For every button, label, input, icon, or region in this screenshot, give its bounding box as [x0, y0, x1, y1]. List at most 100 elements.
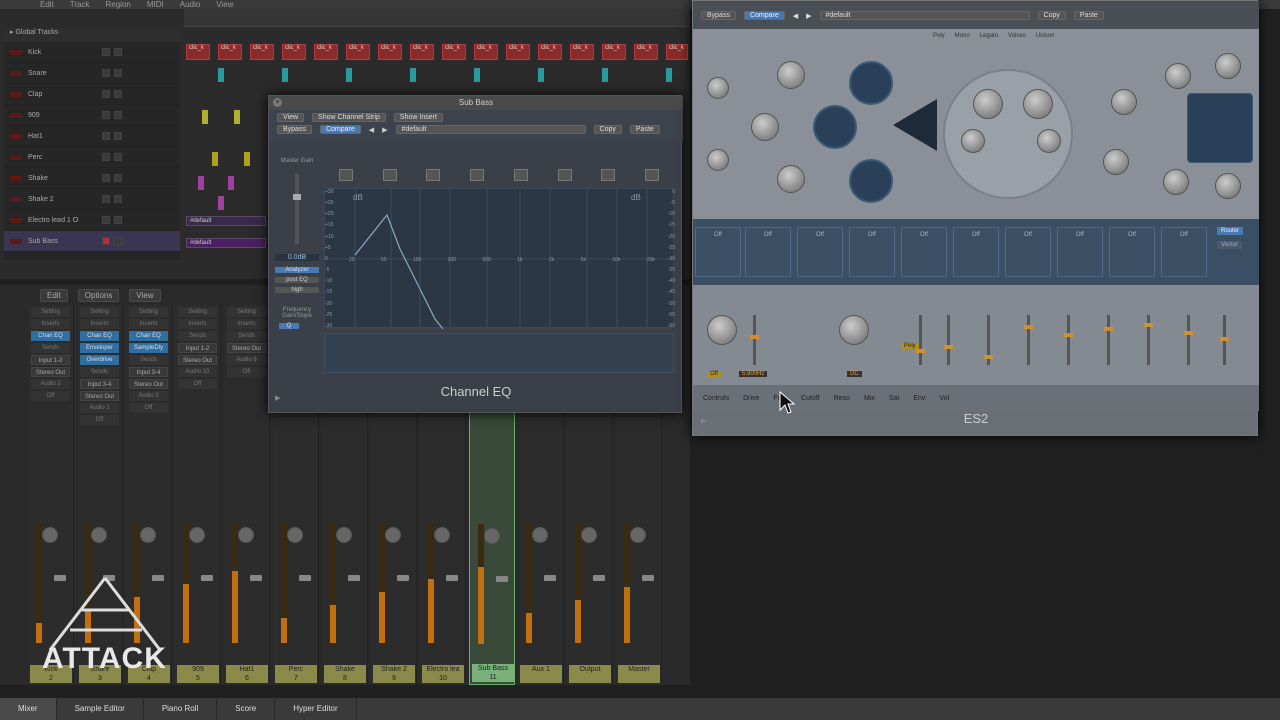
resolution-menu[interactable]: high: [275, 287, 319, 293]
track-row[interactable]: Electro lead 1 O: [4, 210, 180, 231]
poly-button[interactable]: Poly: [901, 343, 919, 349]
audio-region[interactable]: clic_k: [346, 44, 370, 60]
drive-control[interactable]: Drive: [743, 395, 759, 402]
record-button[interactable]: [102, 237, 110, 245]
mute-button[interactable]: [102, 90, 110, 98]
pan-knob[interactable]: [434, 527, 450, 543]
mix-control[interactable]: Mix: [864, 395, 875, 402]
output-slot[interactable]: Stereo Out: [178, 355, 217, 365]
volume-fader[interactable]: [201, 575, 213, 581]
setting-button[interactable]: Setting: [129, 307, 168, 317]
input-slot[interactable]: Input 3-4: [129, 367, 168, 377]
next-preset-icon[interactable]: ▶: [806, 12, 811, 20]
band-lowpass-button[interactable]: [645, 169, 660, 181]
region-block[interactable]: [282, 68, 288, 82]
track-row[interactable]: Perc: [4, 147, 180, 168]
automation-mode-button[interactable]: Off: [31, 391, 70, 401]
tab-piano-roll[interactable]: Piano Roll: [144, 698, 218, 720]
view-menu[interactable]: View: [277, 113, 305, 122]
audio-region[interactable]: clic_k: [570, 44, 594, 60]
tab-score[interactable]: Score: [217, 698, 276, 720]
automation-mode-button[interactable]: Off: [178, 379, 217, 389]
vol-control[interactable]: Vol: [939, 395, 949, 402]
cutoff1-knob[interactable]: [973, 89, 1003, 119]
setting-button[interactable]: Setting: [178, 307, 217, 317]
output-slot[interactable]: Stereo Out: [227, 343, 266, 353]
region-block[interactable]: [218, 68, 224, 82]
band-4-button[interactable]: [557, 169, 572, 181]
next-preset-icon[interactable]: ▶: [382, 126, 387, 134]
master-gain-slider[interactable]: [293, 174, 301, 244]
volume-fader[interactable]: [250, 575, 262, 581]
preset-menu[interactable]: #default: [395, 125, 586, 134]
triangle-mixer[interactable]: [893, 99, 937, 151]
reso1-knob[interactable]: [961, 129, 985, 153]
eq-window-title[interactable]: Sub Bass: [269, 96, 683, 110]
solo-button[interactable]: [114, 90, 122, 98]
band-1-button[interactable]: [426, 169, 441, 181]
pan-knob[interactable]: [484, 528, 500, 544]
router-slot[interactable]: Off: [1057, 227, 1103, 277]
menu-view[interactable]: View: [216, 0, 233, 9]
reso2-knob[interactable]: [1037, 129, 1061, 153]
menu-audio[interactable]: Audio: [180, 0, 200, 9]
mute-button[interactable]: [102, 195, 110, 203]
record-enable-icon[interactable]: [10, 70, 22, 76]
router-slot[interactable]: Off: [695, 227, 741, 277]
volume-fader[interactable]: [348, 575, 360, 581]
insert-slot[interactable]: Chan EQ: [129, 331, 168, 341]
channel-strip[interactable]: Setting Inserts Sends Input 1-2 Stereo Out Au…: [175, 305, 221, 685]
mode-unison[interactable]: Unison: [1036, 33, 1055, 39]
osc3-knob[interactable]: [777, 165, 805, 193]
router-slot[interactable]: Off: [1109, 227, 1155, 277]
pan-knob[interactable]: [189, 527, 205, 543]
mode-mono[interactable]: Mono: [955, 33, 970, 39]
analyzer-button[interactable]: Analyzer: [275, 267, 319, 273]
channel-strip[interactable]: Setting Inserts Sends Stereo Out Audio 6 Off H…: [224, 305, 270, 685]
eq-parameter-row[interactable]: [324, 333, 674, 373]
channel-name-label[interactable]: Shake 2 9: [373, 665, 415, 683]
channel-name-label[interactable]: Sub Bass 11: [472, 664, 514, 682]
router-button[interactable]: Router: [1217, 227, 1244, 235]
midi-region-subbass[interactable]: #default: [186, 238, 266, 248]
mode-legato[interactable]: Legato: [980, 33, 998, 39]
mute-button[interactable]: [102, 48, 110, 56]
input-slot[interactable]: Input 1-2: [178, 343, 217, 353]
env-control[interactable]: Env: [913, 395, 925, 402]
sat-control[interactable]: Sat: [889, 395, 900, 402]
band-lowshelf-button[interactable]: [382, 169, 397, 181]
setting-button[interactable]: Setting: [80, 307, 119, 317]
output-slot[interactable]: Stereo Out: [80, 391, 119, 401]
record-enable-icon[interactable]: [10, 238, 22, 244]
es2-paste-button[interactable]: Paste: [1073, 11, 1104, 20]
solo-button[interactable]: [114, 69, 122, 77]
channel-name-label[interactable]: 909 5: [177, 665, 219, 683]
track-row[interactable]: Clap: [4, 84, 180, 105]
osc1-knob[interactable]: [777, 61, 805, 89]
region-block[interactable]: [228, 176, 234, 190]
router-slot[interactable]: Off: [901, 227, 947, 277]
menu-midi[interactable]: MIDI: [147, 0, 164, 9]
router-slot[interactable]: Off: [1005, 227, 1051, 277]
audio-region[interactable]: clic_k: [378, 44, 402, 60]
region-block[interactable]: [198, 176, 204, 190]
env1-slider[interactable]: [916, 315, 925, 365]
region-block[interactable]: [666, 68, 672, 82]
tab-mixer[interactable]: Mixer: [0, 698, 57, 720]
audio-region[interactable]: clic_k: [218, 44, 242, 60]
env1-slider[interactable]: [944, 315, 953, 365]
input-slot[interactable]: Input 3-4: [80, 379, 119, 389]
track-row[interactable]: Kick: [4, 42, 180, 63]
record-enable-icon[interactable]: [10, 112, 22, 118]
menu-edit[interactable]: Edit: [40, 0, 54, 9]
record-enable-icon[interactable]: [10, 217, 22, 223]
router-slot[interactable]: Off: [1161, 227, 1207, 277]
volume-fader[interactable]: [446, 575, 458, 581]
track-row[interactable]: Snare: [4, 63, 180, 84]
glide-knob[interactable]: [707, 149, 729, 171]
record-enable-icon[interactable]: [10, 196, 22, 202]
disclosure-triangle-icon[interactable]: ▶: [701, 417, 706, 425]
region-block[interactable]: [212, 152, 218, 166]
mode-poly[interactable]: Poly: [933, 33, 945, 39]
region-block[interactable]: [602, 68, 608, 82]
